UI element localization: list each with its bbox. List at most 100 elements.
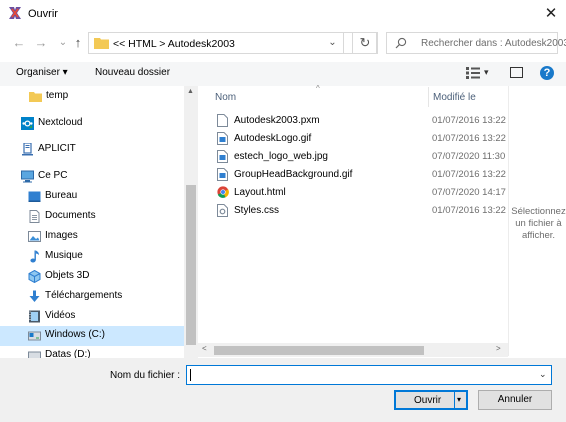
window-title: Ouvrir [28, 8, 58, 20]
sidebar-item-label: Datas (D:) [45, 349, 91, 358]
sidebar-item-ce-pc[interactable]: Ce PC [0, 167, 184, 187]
recent-dropdown[interactable]: ⌄ [55, 35, 71, 51]
downloads-icon [29, 290, 40, 302]
file-row[interactable]: estech_logo_web.jpg 07/07/2020 11:30 [212, 148, 508, 166]
drive-icon [28, 351, 41, 358]
command-bar [0, 62, 566, 86]
title-bar: Ouvrir ✕ [0, 0, 566, 28]
sidebar-item-temp[interactable]: temp [0, 87, 184, 107]
sidebar-item-label: Vidéos [45, 310, 76, 321]
sidebar-item-label: Téléchargements [45, 290, 123, 301]
file-modified: 01/07/2016 13:22 [432, 205, 506, 216]
app-icon [9, 7, 21, 19]
file-modified: 01/07/2016 13:22 [432, 133, 506, 144]
sidebar-item-aplicit[interactable]: APLICIT [0, 140, 184, 160]
file-modified: 07/07/2020 11:30 [432, 151, 506, 162]
back-button[interactable]: ← [11, 35, 27, 51]
view-dropdown-button[interactable]: ▾ [484, 67, 489, 78]
videos-icon [29, 310, 40, 323]
drive-icon [28, 331, 41, 341]
sort-indicator-icon: ^ [316, 84, 320, 93]
new-folder-button[interactable]: Nouveau dossier [95, 67, 170, 78]
file-row[interactable]: GroupHeadBackground.gif 01/07/2016 13:22 [212, 166, 508, 184]
image-file-icon [217, 168, 228, 181]
file-row[interactable]: AutodeskLogo.gif 01/07/2016 13:22 [212, 130, 508, 148]
preview-message: Sélectionnez un fichier à afficher. [511, 206, 566, 241]
up-button[interactable]: ↑ [70, 35, 86, 51]
sidebar-item-documents[interactable]: Documents [0, 207, 184, 227]
sidebar-item-label: Windows (C:) [45, 329, 106, 340]
sidebar-item-objets-3d[interactable]: Objets 3D [0, 267, 184, 287]
column-divider[interactable] [428, 87, 429, 107]
sidebar-item-videos[interactable]: Vidéos [0, 307, 184, 327]
file-name: Autodesk2003.pxm [234, 115, 320, 126]
close-button[interactable]: ✕ [540, 4, 562, 24]
sidebar-item-label: Musique [45, 250, 83, 261]
preview-divider[interactable] [508, 86, 509, 356]
split-divider [454, 392, 455, 408]
filename-label: Nom du fichier : [110, 370, 181, 381]
music-icon [30, 250, 39, 263]
sidebar-item-datas-d[interactable]: Datas (D:) [0, 346, 184, 358]
sidebar-scrollbar-thumb[interactable] [186, 185, 196, 345]
css-file-icon [217, 204, 228, 217]
sidebar-item-label: Nextcloud [38, 117, 83, 128]
view-options-icon[interactable] [466, 67, 480, 79]
file-modified: 01/07/2016 13:22 [432, 115, 506, 126]
desktop-icon [28, 191, 41, 202]
sidebar-item-telechargements[interactable]: Téléchargements [0, 287, 184, 307]
filename-dropdown-icon[interactable]: ⌄ [539, 369, 547, 380]
column-header-modified[interactable]: Modifié le [433, 92, 476, 103]
folder-icon [29, 92, 42, 102]
file-name: Styles.css [234, 205, 280, 216]
scroll-up-icon[interactable]: ▲ [187, 88, 194, 95]
search-icon [395, 37, 407, 49]
open-button-label: Ouvrir [414, 395, 442, 406]
sidebar-item-label: temp [46, 90, 69, 101]
refresh-button[interactable]: ↻ [352, 32, 378, 54]
sidebar-item-musique[interactable]: Musique [0, 247, 184, 267]
file-modified: 07/07/2020 14:17 [432, 187, 506, 198]
file-row[interactable]: Layout.html 07/07/2020 14:17 [212, 184, 508, 202]
search-input[interactable]: Rechercher dans : Autodesk2003 [421, 38, 566, 49]
image-file-icon [217, 132, 228, 145]
cloud-icon [21, 117, 34, 130]
column-header-name[interactable]: Nom [215, 92, 236, 103]
sidebar-item-images[interactable]: Images [0, 227, 184, 247]
sidebar-item-nextcloud[interactable]: Nextcloud [0, 114, 184, 134]
address-dropdown-button[interactable]: ⌄ [322, 32, 344, 54]
file-name: AutodeskLogo.gif [234, 133, 312, 144]
search-box[interactable]: Rechercher dans : Autodesk2003 [386, 32, 566, 54]
sidebar-item-windows-c[interactable]: Windows (C:) [0, 326, 184, 346]
cancel-button[interactable]: Annuler [478, 390, 552, 410]
sidebar-item-label: Bureau [45, 190, 78, 201]
computer-icon [21, 170, 34, 183]
horizontal-scrollbar-thumb[interactable] [214, 346, 424, 355]
network-icon [22, 143, 33, 156]
sidebar-item-label: Documents [45, 210, 96, 221]
file-name: GroupHeadBackground.gif [234, 169, 353, 180]
filename-input[interactable]: ⌄ [186, 365, 552, 385]
scroll-right-button[interactable]: > [496, 344, 501, 353]
file-name: estech_logo_web.jpg [234, 151, 328, 162]
open-options-dropdown[interactable]: ▾ [457, 395, 461, 404]
folder-icon [94, 38, 109, 49]
preview-pane-icon[interactable] [510, 67, 523, 78]
file-row[interactable]: Autodesk2003.pxm 01/07/2016 13:22 [212, 112, 508, 130]
sidebar-item-label: Images [45, 230, 78, 241]
organize-button[interactable]: Organiser ▾ [16, 67, 68, 78]
file-row[interactable]: Styles.css 01/07/2016 13:22 [212, 202, 508, 220]
documents-icon [29, 210, 40, 223]
breadcrumb[interactable]: << HTML > Autodesk2003 [113, 38, 235, 50]
help-icon[interactable]: ? [540, 66, 554, 80]
file-icon [217, 114, 228, 127]
file-name: Layout.html [234, 187, 286, 198]
forward-button[interactable]: → [33, 35, 49, 51]
chrome-icon [217, 186, 229, 198]
sidebar-item-bureau[interactable]: Bureau [0, 187, 184, 207]
sidebar-item-label: APLICIT [38, 143, 76, 154]
images-icon [28, 231, 41, 242]
file-modified: 01/07/2016 13:22 [432, 169, 506, 180]
open-button[interactable]: Ouvrir ▾ [394, 390, 468, 410]
scroll-left-button[interactable]: < [202, 344, 207, 353]
